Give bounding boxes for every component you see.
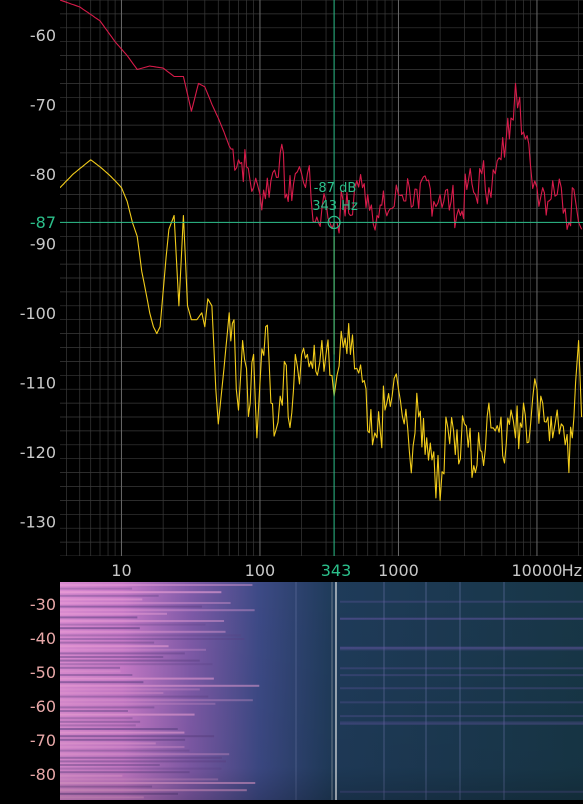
spectrogram-y-tick-label: -40 xyxy=(30,629,56,648)
spectrogram-y-ticks: -30 -40 -50 -60 -70 -80 xyxy=(30,595,56,784)
y-tick-label: -130 xyxy=(20,512,56,531)
y-tick-label: -70 xyxy=(30,95,56,114)
spectrogram-fade xyxy=(60,582,583,800)
spectrogram-panel[interactable] xyxy=(60,582,583,800)
spectrum-analyzer: -60 -70 -80 -90 -100 -110 -120 -130 10 100 1000 10… xyxy=(0,0,583,800)
x-tick-label: 1000 xyxy=(378,561,419,580)
spectrogram-y-tick-label: -60 xyxy=(30,697,56,716)
cursor-x-marker: 343 xyxy=(321,561,352,580)
x-tick-label: 10000 xyxy=(512,561,563,580)
spectrogram-y-tick-label: -80 xyxy=(30,765,56,784)
spectrogram-y-tick-label: -70 xyxy=(30,731,56,750)
y-tick-label: -110 xyxy=(20,373,56,392)
spectrum-chart[interactable]: -60 -70 -80 -90 -100 -110 -120 -130 10 100 1000 10… xyxy=(0,0,583,800)
y-tick-label: -60 xyxy=(30,26,56,45)
y-axis-ticks: -60 -70 -80 -90 -100 -110 -120 -130 xyxy=(20,26,56,532)
y-tick-label: -80 xyxy=(30,165,56,184)
cursor-db-label: -87 dB xyxy=(314,181,357,196)
x-tick-label: 100 xyxy=(245,561,276,580)
y-tick-label: -90 xyxy=(30,234,56,253)
plot-grid xyxy=(60,0,583,556)
spectrogram-y-tick-label: -30 xyxy=(30,595,56,614)
spectrogram-y-tick-label: -50 xyxy=(30,663,56,682)
cursor-y-marker: -87 xyxy=(30,213,56,232)
y-tick-label: -100 xyxy=(20,304,56,323)
x-tick-label: 10 xyxy=(111,561,131,580)
x-unit-label: Hz xyxy=(562,561,582,580)
y-tick-label: -120 xyxy=(20,443,56,462)
cursor-hz-label: 343 Hz xyxy=(312,199,358,214)
